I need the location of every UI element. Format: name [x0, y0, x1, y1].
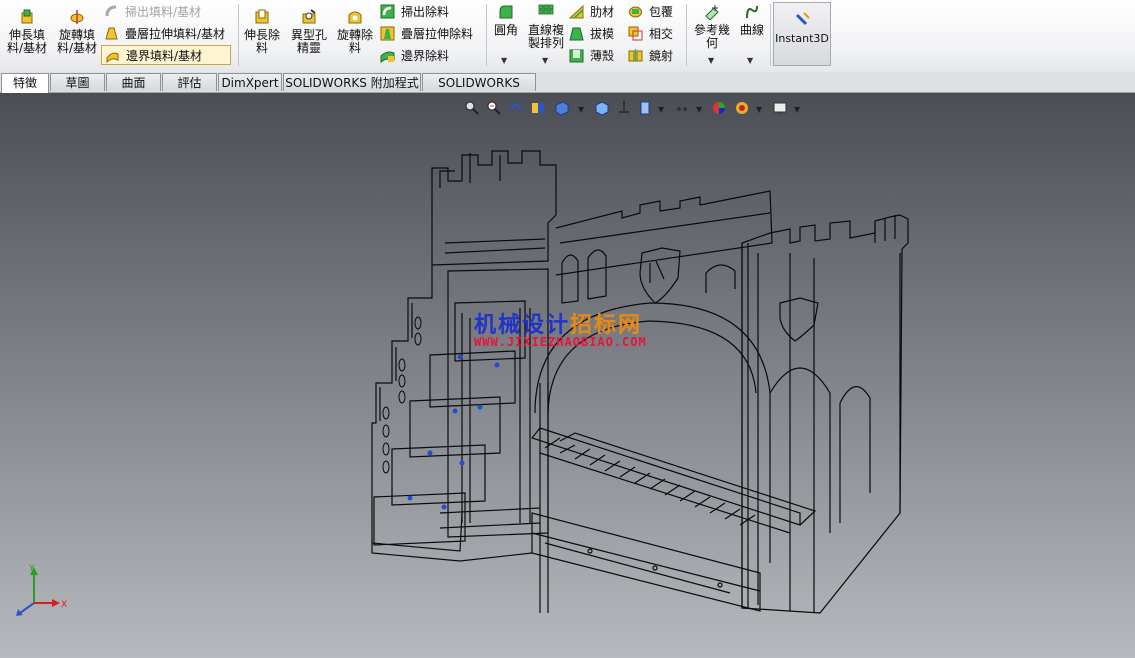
draft-icon	[569, 27, 584, 40]
hole-wizard-icon	[302, 9, 316, 24]
revolve-boss-icon	[70, 10, 84, 24]
tab-surfaces[interactable]: 曲面	[106, 73, 161, 91]
fillet-icon	[499, 5, 513, 19]
command-manager-ribbon: 伸長填 料/基材 旋轉填 料/基材 掃出填料/基材 疊層拉伸填料/基材 邊界填料…	[0, 0, 1135, 73]
extrude-cut-button[interactable]: 伸長除 料	[242, 9, 282, 55]
reference-geometry-label: 參考幾 何	[693, 23, 730, 50]
castle-bed-wireframe-model[interactable]	[0, 93, 1135, 658]
triad-x-label: X	[61, 600, 67, 610]
revolve-boss-button[interactable]: 旋轉填 料/基材	[54, 9, 100, 55]
swept-boss-label: 掃出填料/基材	[125, 4, 202, 19]
ribbon-separator	[486, 4, 487, 66]
revolve-cut-button[interactable]: 旋轉除 料	[334, 9, 376, 55]
tab-dimxpert[interactable]: DimXpert	[218, 73, 282, 91]
linear-pattern-dropdown-arrow[interactable]: ▼	[542, 56, 548, 65]
lofted-boss-label: 疊層拉伸填料/基材	[125, 26, 226, 41]
instant3d-icon	[795, 12, 810, 26]
swept-boss-button[interactable]: 掃出填料/基材	[104, 1, 201, 21]
boundary-cut-button[interactable]: 邊界除料	[380, 45, 449, 65]
rib-label: 肋材	[590, 4, 615, 19]
lofted-boss-button[interactable]: 疊層拉伸填料/基材	[104, 23, 225, 43]
mirror-label: 鏡射	[649, 48, 674, 63]
wrap-icon	[629, 6, 642, 17]
ribbon-separator	[238, 4, 239, 66]
lofted-cut-icon	[380, 26, 395, 40]
rib-icon	[569, 4, 584, 19]
reference-geometry-dropdown-arrow[interactable]: ▼	[708, 56, 714, 65]
lofted-cut-label: 疊層拉伸除料	[401, 26, 474, 41]
draft-label: 拔模	[590, 26, 615, 41]
shell-button[interactable]: 薄殼	[569, 45, 614, 65]
mirror-icon	[628, 48, 643, 62]
linear-pattern-icon	[538, 4, 554, 15]
swept-cut-icon	[380, 4, 395, 18]
extrude-boss-label: 伸長填 料/基材	[6, 28, 48, 55]
boundary-boss-button[interactable]: 邊界填料/基材	[101, 45, 231, 65]
command-manager-tabs: 特徵 草圖 曲面 評估 DimXpert SOLIDWORKS 附加程式 SOL…	[0, 72, 1135, 108]
coordinate-triad-icon: Y X	[16, 564, 67, 616]
boundary-cut-label: 邊界除料	[401, 48, 450, 63]
shell-icon	[569, 49, 584, 62]
reference-geometry-icon	[705, 5, 719, 20]
watermark-url: WWW.JIXIEZHAOBIAO.COM	[474, 335, 647, 349]
tab-solidworks-addins[interactable]: SOLIDWORKS 附加程式	[283, 73, 421, 91]
revolve-cut-label: 旋轉除 料	[336, 28, 373, 55]
boundary-cut-icon	[380, 51, 395, 63]
boundary-boss-icon	[106, 52, 119, 63]
wrap-label: 包覆	[649, 4, 674, 19]
intersect-icon	[628, 26, 643, 40]
hole-wizard-button[interactable]: 異型孔 精靈	[286, 9, 332, 55]
fillet-label: 圓角	[493, 23, 518, 37]
curves-dropdown-arrow[interactable]: ▼	[747, 56, 753, 65]
curves-button[interactable]: 曲線	[736, 4, 768, 37]
shell-label: 薄殼	[590, 48, 615, 63]
extrude-cut-label: 伸長除 料	[243, 28, 280, 55]
graphics-area[interactable]: ▼ ▼ ▼ ▼ ▼ 机械设计招标网 WWW.JIXIEZHAOBIAO.COM …	[0, 93, 1135, 658]
draft-button[interactable]: 拔模	[569, 23, 614, 43]
tab-sketch[interactable]: 草圖	[50, 73, 105, 91]
instant3d-toggle[interactable]: Instant3D	[773, 2, 831, 66]
ribbon-separator	[686, 4, 687, 66]
extrude-cut-icon	[255, 9, 269, 24]
tab-solidworks-mbd[interactable]: SOLIDWORKS MBD	[422, 73, 536, 108]
revolve-boss-label: 旋轉填 料/基材	[56, 28, 98, 55]
intersect-button[interactable]: 相交	[628, 23, 673, 43]
linear-pattern-label: 直線複 製排列	[527, 23, 564, 50]
extrude-boss-icon	[21, 9, 33, 24]
wrap-button[interactable]: 包覆	[628, 1, 673, 21]
boundary-boss-label: 邊界填料/基材	[126, 48, 203, 63]
instant3d-label: Instant3D	[775, 32, 829, 45]
curves-icon	[746, 5, 758, 19]
swept-boss-icon	[105, 5, 117, 16]
fillet-dropdown-arrow[interactable]: ▼	[501, 56, 507, 65]
tab-evaluate[interactable]: 評估	[162, 73, 217, 91]
swept-cut-label: 掃出除料	[401, 4, 450, 19]
curves-label: 曲線	[739, 23, 764, 37]
lofted-cut-button[interactable]: 疊層拉伸除料	[380, 23, 473, 43]
fillet-button[interactable]: 圓角	[490, 4, 522, 37]
reference-geometry-button[interactable]: 參考幾 何	[690, 4, 734, 50]
lofted-boss-icon	[105, 27, 118, 39]
ribbon-separator	[770, 4, 771, 66]
swept-cut-button[interactable]: 掃出除料	[380, 1, 449, 21]
mirror-button[interactable]: 鏡射	[628, 45, 673, 65]
intersect-label: 相交	[649, 26, 674, 41]
linear-pattern-button[interactable]: 直線複 製排列	[524, 4, 568, 50]
triad-y-label: Y	[28, 564, 35, 574]
tab-features[interactable]: 特徵	[1, 73, 49, 93]
extrude-boss-button[interactable]: 伸長填 料/基材	[4, 9, 50, 55]
revolve-cut-icon	[348, 11, 362, 24]
hole-wizard-label: 異型孔 精靈	[290, 28, 327, 55]
rib-button[interactable]: 肋材	[569, 1, 614, 21]
